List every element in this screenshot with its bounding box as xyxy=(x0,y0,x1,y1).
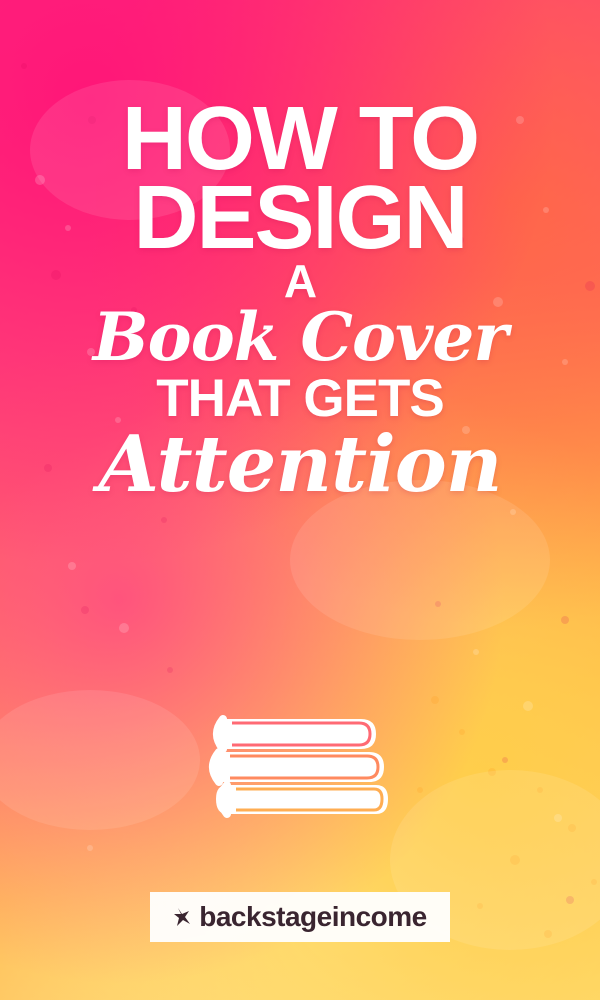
headline-line-design: DESIGN xyxy=(133,168,468,269)
headline-line-attention: Attention xyxy=(98,418,503,510)
headline-line-that-gets: THAT GETS xyxy=(156,368,444,428)
brand-name: backstageincome xyxy=(199,901,427,932)
headline: HOW TO DESIGN A Book Cover THAT GETS Att… xyxy=(0,94,600,510)
poster: HOW TO DESIGN A Book Cover THAT GETS Att… xyxy=(0,0,600,1000)
brand-logo: backstageincome xyxy=(150,892,450,942)
headline-line-book-cover: Book Cover xyxy=(92,298,508,377)
star-swoosh-icon xyxy=(174,908,191,926)
stacked-books-icon xyxy=(208,694,392,838)
